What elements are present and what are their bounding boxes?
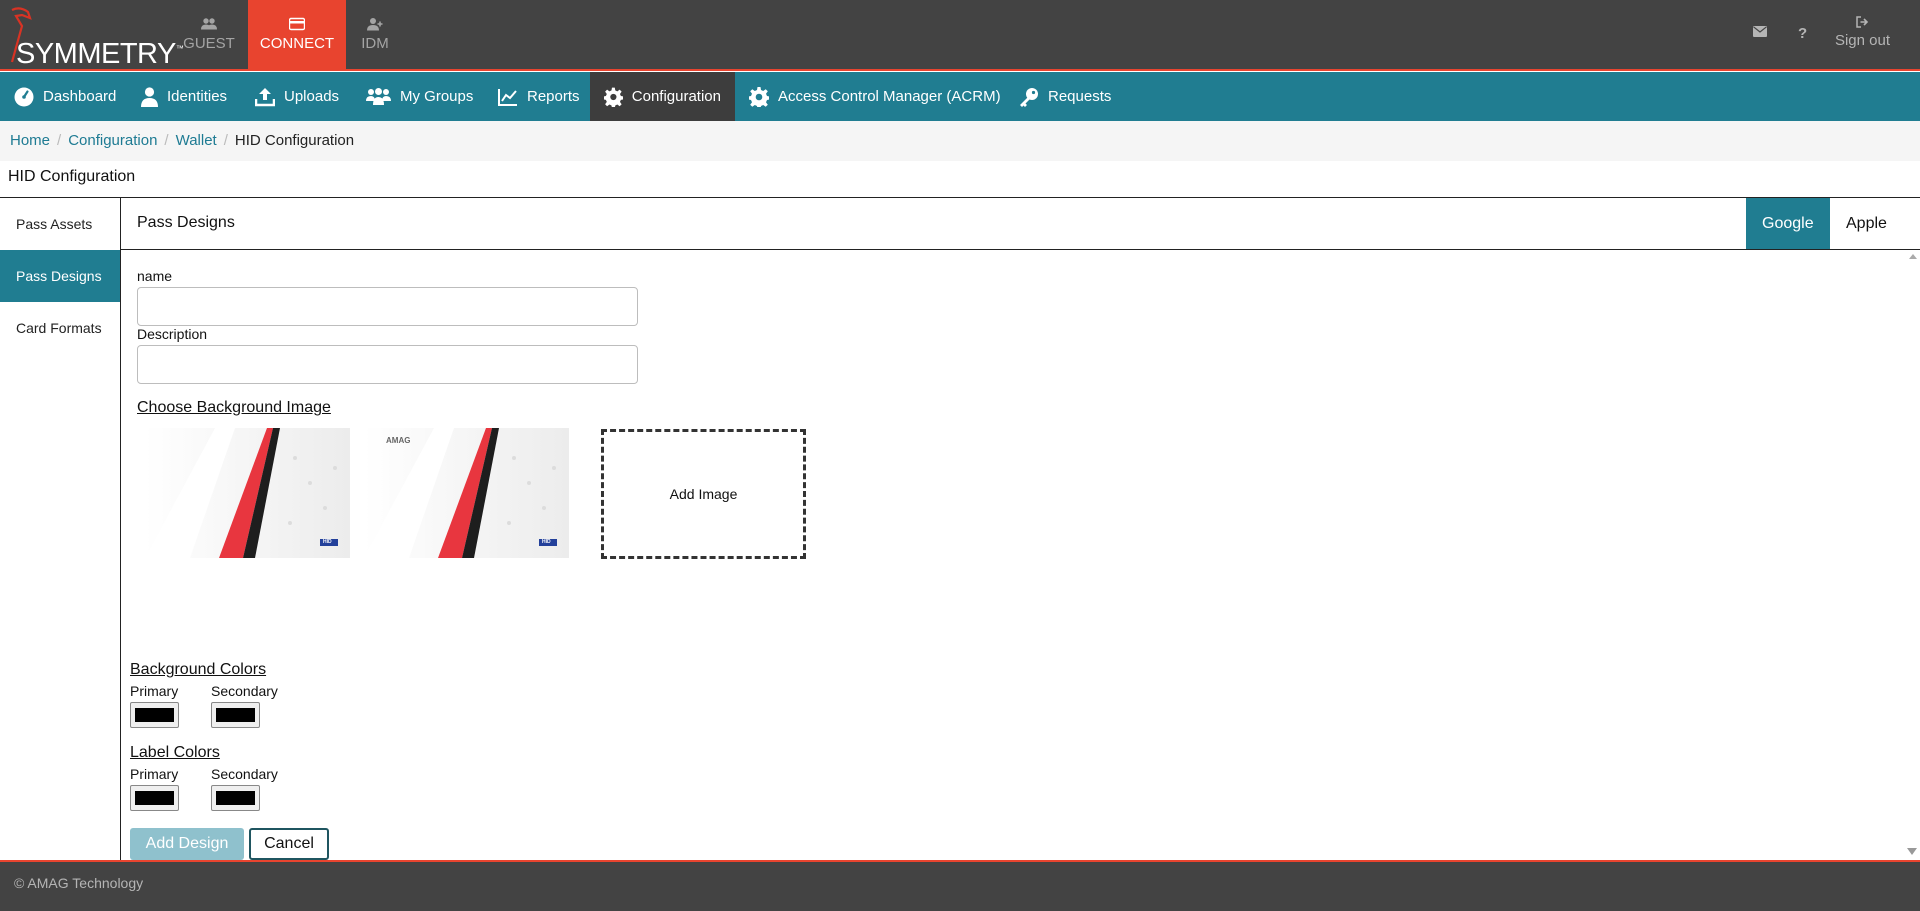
- dashboard-icon: [14, 87, 34, 106]
- side-menu: Pass Assets Pass Designs Card Formats: [0, 198, 121, 862]
- main-nav: Dashboard Identities Uploads My Groups R…: [0, 72, 1920, 121]
- app-tab-idm-label: IDM: [361, 35, 389, 52]
- top-bar: SYMMETRY™ GUEST CONNECT IDM ? Sign out: [0, 0, 1920, 71]
- label-primary-color-picker[interactable]: [130, 785, 179, 811]
- color-swatch: [216, 708, 255, 722]
- upload-icon: [255, 87, 275, 106]
- key-icon: [1020, 87, 1038, 107]
- nav-item-dashboard-label: Dashboard: [43, 88, 117, 105]
- hid-badge: HID: [323, 539, 332, 545]
- nav-item-configuration-label: Configuration: [631, 88, 721, 105]
- add-design-button[interactable]: Add Design: [130, 828, 244, 860]
- breadcrumb-separator: /: [164, 132, 169, 149]
- breadcrumb-current: HID Configuration: [234, 132, 355, 149]
- background-secondary-color-picker[interactable]: [211, 702, 260, 728]
- logo-wordmark: SYMMETRY™: [16, 38, 184, 70]
- nav-item-configuration[interactable]: Configuration: [590, 72, 735, 121]
- hid-badge: HID: [542, 539, 551, 545]
- breadcrumb-separator: /: [223, 132, 228, 149]
- breadcrumb-configuration[interactable]: Configuration: [68, 132, 157, 149]
- nav-item-my-groups[interactable]: My Groups: [352, 72, 487, 121]
- background-colors-link[interactable]: Background Colors: [130, 661, 266, 679]
- color-swatch: [135, 791, 174, 805]
- side-item-pass-assets[interactable]: Pass Assets: [0, 198, 120, 250]
- tab-apple[interactable]: Apple: [1830, 198, 1903, 249]
- panel-header: Pass Designs Google Apple: [121, 198, 1920, 250]
- symmetry-logo[interactable]: SYMMETRY™: [6, 6, 184, 70]
- label-secondary-label: Secondary: [211, 766, 278, 782]
- nav-item-my-groups-label: My Groups: [400, 88, 474, 105]
- panel-title: Pass Designs: [137, 214, 235, 231]
- background-primary-color-picker[interactable]: [130, 702, 179, 728]
- copyright-text: © AMAG Technology: [14, 875, 144, 891]
- line-chart-icon: [498, 88, 517, 106]
- sign-out-button[interactable]: Sign out: [1835, 16, 1890, 49]
- label-primary-label: Primary: [130, 766, 179, 782]
- background-secondary-label: Secondary: [211, 683, 278, 699]
- card-icon: [289, 17, 305, 31]
- description-input[interactable]: [137, 345, 638, 384]
- pass-background-image: [145, 428, 350, 558]
- choose-background-image-link[interactable]: Choose Background Image: [137, 399, 331, 417]
- nav-item-identities[interactable]: Identities: [127, 72, 241, 121]
- name-input[interactable]: [137, 287, 638, 326]
- label-colors-link[interactable]: Label Colors: [130, 744, 220, 762]
- user-plus-icon: [367, 18, 383, 31]
- question-icon[interactable]: ?: [1798, 25, 1807, 42]
- breadcrumb-separator: /: [57, 132, 62, 149]
- color-swatch: [135, 708, 174, 722]
- app-tab-idm[interactable]: IDM: [326, 0, 424, 69]
- app-tab-guest-label: GUEST: [183, 35, 235, 52]
- gear-icon: [604, 87, 623, 107]
- nav-item-reports-label: Reports: [527, 88, 580, 105]
- pass-background-image: [364, 428, 569, 558]
- app-tab-connect-label: CONNECT: [259, 35, 335, 52]
- user-icon: [141, 86, 158, 107]
- name-label: name: [137, 268, 173, 284]
- scroll-up-arrow-icon[interactable]: [1909, 254, 1917, 259]
- breadcrumb-wallet[interactable]: Wallet: [176, 132, 217, 149]
- tab-google[interactable]: Google: [1746, 198, 1830, 249]
- gear-icon: [749, 86, 769, 107]
- cancel-button[interactable]: Cancel: [249, 828, 329, 860]
- side-item-pass-designs[interactable]: Pass Designs: [0, 250, 120, 302]
- page-title: HID Configuration: [8, 168, 136, 185]
- users-icon: [201, 18, 217, 30]
- nav-item-acrm-label: Access Control Manager (ACRM): [778, 88, 1001, 105]
- nav-item-requests-label: Requests: [1048, 88, 1112, 105]
- nav-item-requests[interactable]: Requests: [1005, 72, 1125, 121]
- nav-item-acrm[interactable]: Access Control Manager (ACRM): [735, 72, 1015, 121]
- nav-item-reports[interactable]: Reports: [484, 72, 594, 121]
- amag-logo: AMAG: [386, 436, 411, 445]
- nav-item-uploads[interactable]: Uploads: [241, 72, 353, 121]
- pass-designs-panel: Pass Designs Google Apple name Descripti…: [121, 198, 1920, 862]
- description-label: Description: [137, 326, 208, 342]
- sign-out-icon: [1856, 16, 1869, 28]
- nav-item-dashboard[interactable]: Dashboard: [0, 72, 130, 121]
- background-primary-label: Primary: [130, 683, 179, 699]
- label-secondary-color-picker[interactable]: [211, 785, 260, 811]
- nav-item-identities-label: Identities: [167, 88, 228, 105]
- add-image-label: Add Image: [669, 486, 738, 502]
- footer: © AMAG Technology: [0, 860, 1920, 911]
- background-image-thumbnail[interactable]: HID AMAG: [364, 428, 569, 558]
- add-image-button[interactable]: Add Image: [601, 429, 806, 559]
- breadcrumb: Home / Configuration / Wallet / HID Configurat…: [0, 121, 1920, 161]
- sign-out-label: Sign out: [1834, 32, 1890, 49]
- nav-item-uploads-label: Uploads: [284, 88, 340, 105]
- scroll-down-arrow-icon[interactable]: [1907, 848, 1917, 855]
- breadcrumb-home[interactable]: Home: [10, 132, 50, 149]
- color-swatch: [216, 791, 255, 805]
- group-icon: [366, 87, 391, 105]
- background-image-thumbnail[interactable]: HID: [145, 428, 350, 558]
- app-tab-guest[interactable]: GUEST: [160, 0, 258, 69]
- envelope-icon[interactable]: [1753, 24, 1767, 41]
- side-item-card-formats[interactable]: Card Formats: [0, 302, 120, 354]
